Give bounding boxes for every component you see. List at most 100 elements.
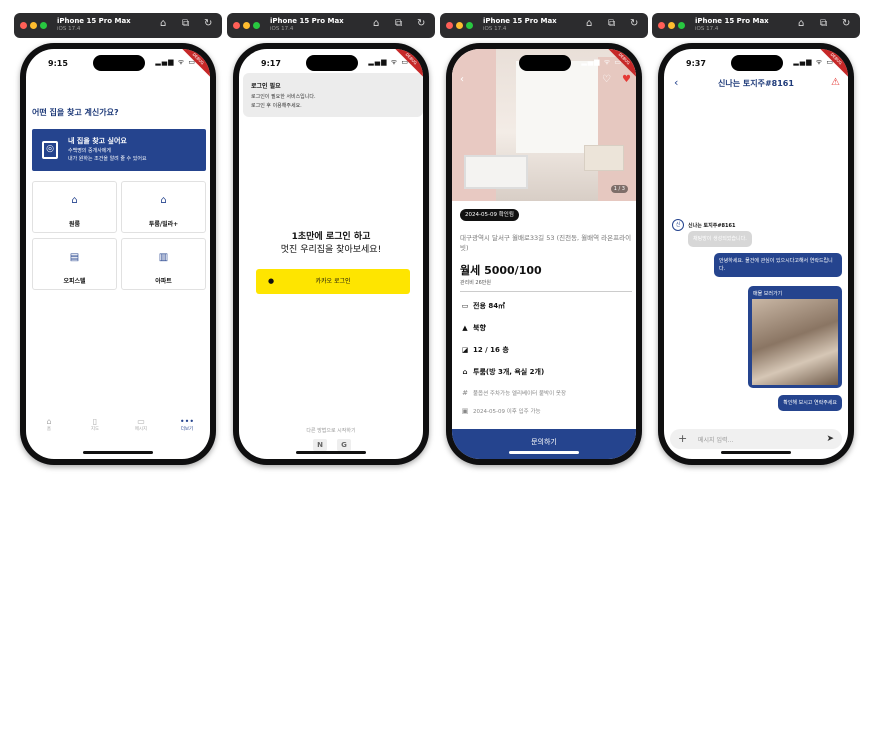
avatar: 신 <box>672 219 684 231</box>
home-icon[interactable]: ⌂ <box>586 19 592 29</box>
minimize-button[interactable] <box>30 22 37 29</box>
screenshot-icon[interactable]: ⧉ <box>395 19 402 29</box>
os-version: iOS 17.4 <box>270 26 294 32</box>
home-icon[interactable]: ⌂ <box>373 19 379 29</box>
home-indicator <box>296 451 366 454</box>
banner-line-2: 내가 원하는 조건을 알려 줄 수 있어요 <box>68 156 147 162</box>
device-name: iPhone 15 Pro Max <box>270 17 344 25</box>
simulator-window-detail: iPhone 15 Pro Max iOS 17.4 ⌂ ⧉ ↻ DEBUG ▂… <box>440 13 648 471</box>
close-button[interactable] <box>233 22 240 29</box>
status-icons: ▂▄▆ ᯤ ▭ <box>793 58 834 66</box>
os-version: iOS 17.4 <box>695 26 719 32</box>
login-required-toast: 로그인 필요 로그인이 필요한 서비스입니다. 로그인 후 이용해주세요. <box>243 73 423 117</box>
status-icons: ▂▄▆ ᯤ ▭ <box>368 58 409 66</box>
tab-home[interactable]: ⌂ 홈 <box>26 417 72 439</box>
minimize-button[interactable] <box>243 22 250 29</box>
inquiry-button[interactable]: 문의하기 <box>452 429 636 459</box>
screenshot-icon[interactable]: ⧉ <box>820 19 827 29</box>
category-tworoom[interactable]: ⌂ 투룸/빌라+ <box>121 181 206 233</box>
simulator-window-chat: iPhone 15 Pro Max iOS 17.4 ⌂ ⧉ ↻ DEBUG 9… <box>652 13 860 471</box>
login-heading: 1초만에 로그인 하고 <box>291 232 371 242</box>
rotate-icon[interactable]: ↻ <box>417 19 425 29</box>
find-home-banner[interactable]: ◎ 내 집을 찾고 싶어요 수백명의 중개사에게 내가 원하는 조건을 알려 줄… <box>32 129 206 171</box>
toast-title: 로그인 필요 <box>251 83 281 90</box>
window-controls <box>658 22 685 29</box>
tab-map[interactable]: ▯ 지도 <box>72 417 118 439</box>
direction-row: ▲ 북향 <box>460 323 486 333</box>
naver-login-icon[interactable]: N <box>313 439 327 451</box>
category-label: 아파트 <box>155 278 172 285</box>
move-in-row: ▣ 2024-05-09 이후 입주 가능 <box>461 407 541 415</box>
dynamic-island <box>306 55 358 71</box>
category-apartment[interactable]: ▥ 아파트 <box>121 238 206 290</box>
close-button[interactable] <box>446 22 453 29</box>
category-officetel[interactable]: ▤ 오피스텔 <box>32 238 117 290</box>
chat-icon: ▭ <box>137 417 145 426</box>
window-controls <box>446 22 473 29</box>
simulator-titlebar: iPhone 15 Pro Max iOS 17.4 ⌂ ⧉ ↻ <box>14 13 222 38</box>
dynamic-island <box>519 55 571 71</box>
map-icon: ▯ <box>92 417 98 426</box>
phone-frame: DEBUG ▂▄▆ ᯤ ▭ ‹ ♡ ♥ 1 / 3 2024-05-09 확인됨… <box>446 43 642 465</box>
category-label: 원룸 <box>68 221 81 228</box>
back-arrow-icon[interactable]: ‹ <box>460 75 464 85</box>
maintenance-fee: 관리비 26만원 <box>460 280 491 286</box>
zoom-button[interactable] <box>466 22 473 29</box>
room-photo[interactable] <box>452 49 636 201</box>
close-button[interactable] <box>658 22 665 29</box>
home-icon[interactable]: ⌂ <box>798 19 804 29</box>
banner-line-1: 수백명의 중개사에게 <box>68 148 111 154</box>
plus-icon[interactable]: + <box>678 431 687 446</box>
heart-outline-icon[interactable]: ♡ <box>602 75 611 85</box>
phone-frame: DEBUG 9:17 ▂▄▆ ᯤ ▭ 로그인 필요 로그인이 필요한 서비스입니… <box>233 43 429 465</box>
banner-title: 내 집을 찾고 싶어요 <box>68 137 127 145</box>
apartment-icon: ▥ <box>158 252 169 263</box>
hash-icon: # <box>462 389 468 397</box>
listing-card-message[interactable]: 매물 보러가기 <box>748 286 842 388</box>
zoom-button[interactable] <box>40 22 47 29</box>
message-input[interactable]: 메시지 입력... <box>698 435 733 444</box>
chat-header: ‹ 신나는 토지주#8161 ⚠ <box>664 77 848 95</box>
outgoing-message: 안녕하세요. 물건에 관심이 있으시다고해서 연락드립니다. <box>714 253 842 277</box>
send-icon[interactable]: ➤ <box>826 433 834 445</box>
minimize-button[interactable] <box>668 22 675 29</box>
zoom-button[interactable] <box>253 22 260 29</box>
verified-date-badge: 2024-05-09 확인됨 <box>460 209 519 221</box>
screenshot-icon[interactable]: ⧉ <box>182 19 189 29</box>
dynamic-island <box>93 55 145 71</box>
home-icon[interactable]: ⌂ <box>160 19 166 29</box>
simulator-window-home: iPhone 15 Pro Max iOS 17.4 ⌂ ⧉ ↻ DEBUG 9… <box>14 13 222 471</box>
home-indicator <box>721 451 791 454</box>
tab-messages[interactable]: ▭ 메시지 <box>118 417 164 439</box>
rotate-icon[interactable]: ↻ <box>204 19 212 29</box>
tab-more[interactable]: ••• 더보기 <box>164 417 210 439</box>
screenshot-icon[interactable]: ⧉ <box>608 19 615 29</box>
house-icon: ⌂ <box>160 195 167 206</box>
report-warning-icon[interactable]: ⚠ <box>831 77 840 89</box>
zoom-button[interactable] <box>678 22 685 29</box>
category-oneroom[interactable]: ⌂ 원룸 <box>32 181 117 233</box>
phone-frame: DEBUG 9:37 ▂▄▆ ᯤ ▭ ‹ 신나는 토지주#8161 ⚠ 신 신나… <box>658 43 854 465</box>
rotate-icon[interactable]: ↻ <box>630 19 638 29</box>
simulator-titlebar: iPhone 15 Pro Max iOS 17.4 ⌂ ⧉ ↻ <box>227 13 435 38</box>
home-indicator <box>83 451 153 454</box>
house-icon: ⌂ <box>71 195 78 206</box>
phone-frame: DEBUG 9:15 ▂▄▆ ᯤ ▭ 어떤 집을 찾고 계신가요? ◎ 내 집을… <box>20 43 216 465</box>
phone-screen: DEBUG 9:17 ▂▄▆ ᯤ ▭ 로그인 필요 로그인이 필요한 서비스입니… <box>239 49 423 459</box>
device-name: iPhone 15 Pro Max <box>57 17 131 25</box>
google-login-icon[interactable]: G <box>337 439 351 451</box>
photo-counter: 1 / 3 <box>610 185 628 193</box>
status-time: 9:15 <box>48 59 68 68</box>
building-icon: ▤ <box>69 252 80 263</box>
banner-subtitle: 수백명의 중개사에게 내가 원하는 조건을 알려 줄 수 있어요 <box>68 147 147 163</box>
rotate-icon[interactable]: ↻ <box>842 19 850 29</box>
floor-row: ◪ 12 / 16 층 <box>461 346 509 354</box>
home-icon: ⌂ <box>46 417 52 426</box>
compass-icon: ▲ <box>462 324 468 332</box>
close-button[interactable] <box>20 22 27 29</box>
heart-filled-icon[interactable]: ♥ <box>622 75 631 85</box>
listing-card-image <box>752 299 838 385</box>
kakao-login-button[interactable]: ● 카카오 로그인 <box>256 269 410 294</box>
minimize-button[interactable] <box>456 22 463 29</box>
simulator-titlebar: iPhone 15 Pro Max iOS 17.4 ⌂ ⧉ ↻ <box>440 13 648 38</box>
